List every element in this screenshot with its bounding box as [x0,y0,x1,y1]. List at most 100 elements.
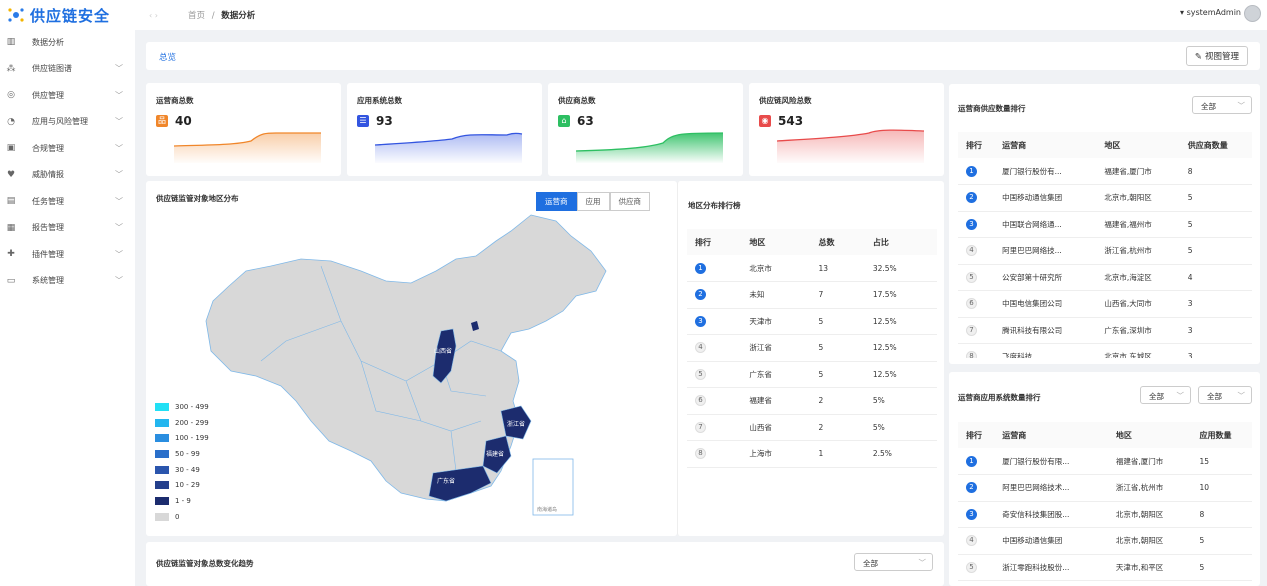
table-row[interactable]: 1 厦门银行股份有... 福建省,厦门市 8 [958,158,1252,185]
legend-item[interactable]: 0 [155,511,209,523]
sidebar-item-label: 供应链图谱 [32,64,72,74]
map-title: 供应链监管对象地区分布 [156,194,239,203]
table-row[interactable]: 5 广东省 5 12.5% [687,361,937,388]
app-rank-filter-1[interactable]: 全部 ﹀ [1140,386,1191,404]
trend-filter[interactable]: 全部 ﹀ [854,553,933,571]
table-cell: 1 [810,440,865,468]
sidebar-item[interactable]: ▣ 合规管理 ﹀ [0,135,135,162]
rank-cell: 2 [958,184,995,212]
table-row[interactable]: 7 腾讯科技有限公司 广东省,深圳市 3 [958,317,1252,344]
table-cell: 中国移动通信集团 [994,184,1097,212]
view-manage-button[interactable]: ✎ 视图管理 [1185,46,1248,66]
map-tab[interactable]: 应用 [576,192,610,211]
table-cell: 2 [810,387,865,415]
chevron-down-icon: ﹀ [1237,101,1246,110]
table-cell: 5 [1179,237,1252,265]
trend-filter-value: 全部 [863,559,878,568]
table-cell: 浙江省,杭州市 [1096,237,1180,265]
rank-cell: 4 [958,237,995,265]
sidebar-item[interactable]: ▥ 数据分析 [0,29,135,56]
table-row[interactable]: 3 奇安信科技集团股... 北京市,朝阳区 8 [958,501,1252,528]
rank-badge: 3 [966,508,977,520]
map-label-south-sea: 南海诸岛 [537,506,557,513]
rank-badge: 2 [695,289,706,301]
table-row[interactable]: 4 浙江省 5 12.5% [687,334,937,362]
sidebar-item[interactable]: ✚ 插件管理 ﹀ [0,241,135,268]
table-row[interactable]: 7 山西省 2 5% [687,414,937,441]
nav-arrows[interactable]: ‹ › [149,11,158,20]
sidebar-item[interactable]: ⁂ 供应链图谱 ﹀ [0,56,135,83]
sidebar-item[interactable]: ◎ 供应管理 ﹀ [0,82,135,109]
table-row[interactable]: 2 未知 7 17.5% [687,281,937,309]
legend-item[interactable]: 30 - 49 [155,464,209,476]
china-map[interactable]: 山西省 浙江省 福建省 广东省 南海诸岛 [201,211,621,526]
sidebar-item[interactable]: ▦ 报告管理 ﹀ [0,215,135,242]
table-row[interactable]: 5 公安部第十研究所 北京市,海淀区 4 [958,264,1252,291]
supplier-rank-filter[interactable]: 全部 ﹀ [1192,96,1252,114]
rank-cell: 6 [958,290,995,318]
table-cell: 3 [1179,343,1252,358]
table-cell: 5 [1191,527,1252,555]
table-cell: 阿里巴巴网络技术... [994,474,1108,502]
sidebar-item[interactable]: ▤ 任务管理 ﹀ [0,188,135,215]
legend-label: 30 - 49 [175,465,200,474]
map-tab[interactable]: 运营商 [536,192,577,211]
user-menu[interactable]: ▾ systemAdmin [1180,8,1241,17]
table-cell: 10 [1191,474,1252,502]
map-tab[interactable]: 供应商 [609,192,650,211]
column-header: 排行 [958,422,995,448]
table-row[interactable]: 3 中国联合网络通... 福建省,福州市 5 [958,211,1252,238]
table-cell: 厦门银行股份有... [994,158,1097,185]
map-label-zhejiang: 浙江省 [507,420,525,428]
map-label-shanxi: 山西省 [434,347,452,355]
table-row[interactable]: 1 北京市 13 32.5% [687,255,937,282]
avatar[interactable] [1244,5,1261,22]
legend-label: 100 - 199 [175,434,209,443]
legend-item[interactable]: 1 - 9 [155,495,209,507]
table-row[interactable]: 1 厦门银行股份有限... 福建省,厦门市 15 [958,448,1252,475]
table-cell: 公安部第十研究所 [994,264,1097,291]
tab-overview[interactable]: 总览 [159,51,176,63]
breadcrumb-home[interactable]: 首页 [188,11,205,21]
table-cell: 北京市,东城区 [1096,343,1180,358]
sidebar-item-label: 数据分析 [32,37,64,47]
sidebar-item[interactable]: ♥ 威胁情报 ﹀ [0,162,135,189]
table-cell: 浙江省,杭州市 [1107,474,1192,502]
legend-item[interactable]: 200 - 299 [155,417,209,429]
table-row[interactable]: 8 飞度科技 北京市,东城区 3 [958,343,1252,358]
table-row[interactable]: 8 上海市 1 2.5% [687,440,937,468]
stat-card: 供应商总数 ⌂ 63 [548,83,743,176]
legend-label: 300 - 499 [175,403,209,411]
rank-badge: 1 [695,262,706,274]
table-row[interactable]: 5 浙江零跑科技股份... 天津市,和平区 5 [958,554,1252,581]
sidebar-item[interactable]: ▭ 系统管理 ﹀ [0,268,135,295]
sidebar-item-label: 系统管理 [32,276,64,286]
table-row[interactable]: 2 阿里巴巴网络技术... 浙江省,杭州市 10 [958,474,1252,502]
table-row[interactable]: 4 阿里巴巴网络技... 浙江省,杭州市 5 [958,237,1252,265]
legend-item[interactable]: 300 - 499 [155,401,209,413]
app-rank-filter-2[interactable]: 全部 ﹀ [1198,386,1252,404]
table-row[interactable]: 6 福建省 2 5% [687,387,937,415]
chevron-down-icon: ﹀ [115,117,123,127]
chevron-down-icon: ﹀ [1237,391,1246,400]
table-cell: 17.5% [864,281,937,309]
legend-swatch [155,497,169,506]
table-cell: 5 [810,361,865,388]
legend-item[interactable]: 100 - 199 [155,432,209,444]
rank-cell: 8 [958,343,995,358]
table-cell: 福建省,福州市 [1096,211,1180,238]
sidebar-item[interactable]: ◔ 应用与风险管理 ﹀ [0,109,135,136]
table-row[interactable]: 6 中国电信集团公司 山西省,大同市 3 [958,290,1252,318]
compliance-icon: ▣ [6,143,16,154]
legend-item[interactable]: 10 - 29 [155,479,209,491]
plugin-icon: ✚ [7,249,15,260]
rank-cell: 7 [958,317,995,344]
map-land [205,214,607,502]
table-row[interactable]: 3 天津市 5 12.5% [687,308,937,335]
app-logo[interactable]: 供应链安全 [0,0,135,30]
legend-item[interactable]: 50 - 99 [155,448,209,460]
legend-label: 50 - 99 [175,450,200,459]
table-row[interactable]: 2 中国移动通信集团 北京市,朝阳区 5 [958,184,1252,212]
table-row[interactable]: 4 中国移动通信集团 北京市,朝阳区 5 [958,527,1252,555]
table-cell: 广东省 [741,361,811,388]
